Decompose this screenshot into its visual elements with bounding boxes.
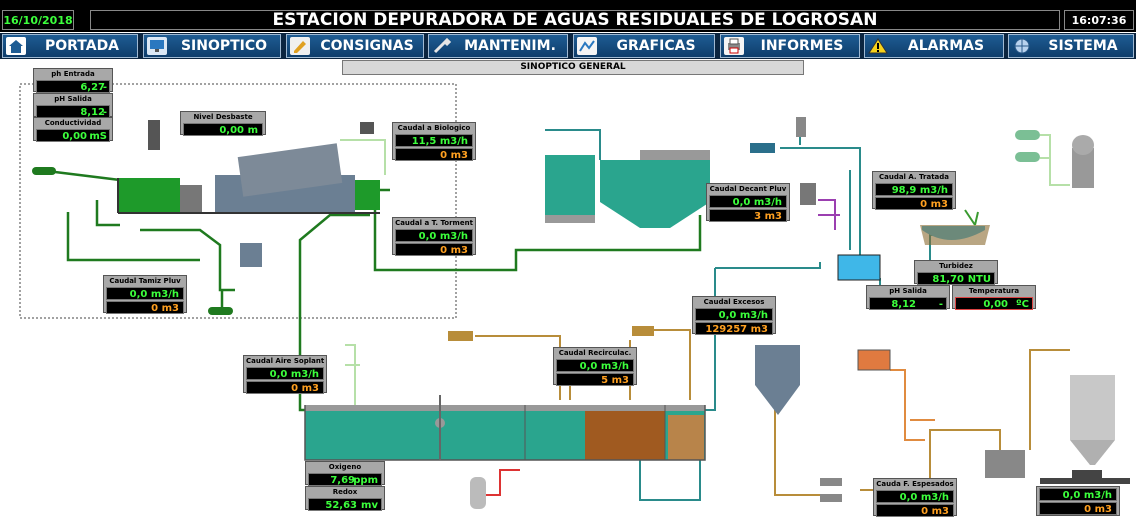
caudal-decant-label: Caudal Decant Pluv [709,185,787,193]
caudal-final-total: 0 m3 [1039,502,1117,515]
redox-label: Redox [332,488,358,496]
conductividad-value: 0,00 [62,131,87,142]
nivel-desbaste-label: Nivel Desbaste [193,113,253,121]
temperatura-unit: ºC [1016,299,1029,310]
redox-unit: mv [361,500,378,511]
caudal-tamiz-value: 0,0 m3/h [106,287,184,300]
turbidez-value-box: 81,70 NTU [917,272,995,285]
nivel-desbaste-unit: m [247,125,258,136]
caudal-final-value: 0,0 m3/h [1039,488,1117,501]
caudal-tratada-label: Caudal A. Tratada [878,173,950,181]
oxigeno-label: Oxigeno [328,463,362,471]
redox-value: 52,63 [325,500,357,511]
ph-salida-unit-2: - [938,299,943,310]
caudal-tratada-value: 98,9 m3/h [875,183,953,196]
caudal-excesos-total: 129257 m3 [695,322,773,335]
caudal-espesados-label: Cauda F. Espesados [876,480,954,488]
caudal-tormenta-value: 0,0 m3/h [395,229,473,242]
conductividad-panel: Conductividad 0,00 mS [33,117,113,142]
ph-salida-label-1: pH Salida [54,95,92,103]
nivel-desbaste-value-box: 0,00 m [183,123,263,136]
caudal-recirculacion-value: 0,0 m3/h [556,359,634,372]
temperatura-value-box: 0,00 ºC [955,297,1033,310]
caudal-decant-value: 0,0 m3/h [709,195,787,208]
caudal-biologico-total: 0 m3 [395,148,473,161]
conductividad-label: Conductividad [44,119,102,127]
caudal-tamiz-panel: Caudal Tamiz Pluv 0,0 m3/h 0 m3 [103,275,187,314]
temperatura-value: 0,00 [983,299,1008,310]
turbidez-value: 81,70 [932,274,964,285]
caudal-recirculacion-total: 5 m3 [556,373,634,386]
caudal-tormenta-label: Caudal a T. Torment [395,219,473,227]
conductividad-value-box: 0,00 mS [36,129,110,142]
caudal-excesos-panel: Caudal Excesos 0,0 m3/h 129257 m3 [692,296,776,335]
caudal-tamiz-label: Caudal Tamiz Pluv [109,277,181,285]
caudal-aire-value: 0,0 m3/h [246,367,324,380]
caudal-tratada-total: 0 m3 [875,197,953,210]
ph-salida-panel-2: pH Salida 8,12 - [866,285,950,310]
temperatura-label: Temperatura [968,287,1020,295]
oxigeno-value: 7,69 [330,475,355,486]
caudal-excesos-label: Caudal Excesos [703,298,765,306]
caudal-espesados-panel: Cauda F. Espesados 0,0 m3/h 0 m3 [873,478,957,517]
caudal-biologico-panel: Caudal a Biologico 11,5 m3/h 0 m3 [392,122,476,161]
caudal-tormenta-panel: Caudal a T. Torment 0,0 m3/h 0 m3 [392,217,476,256]
caudal-tamiz-total: 0 m3 [106,301,184,314]
caudal-aire-panel: Caudal Aire Soplant 0,0 m3/h 0 m3 [243,355,327,394]
caudal-espesados-total: 0 m3 [876,504,954,517]
conductividad-unit: mS [89,131,107,142]
nivel-desbaste-value: 0,00 [219,125,244,136]
nivel-desbaste-panel: Nivel Desbaste 0,00 m [180,111,266,136]
oxigeno-panel: Oxigeno 7,69 ppm [305,461,385,486]
caudal-tormenta-total: 0 m3 [395,243,473,256]
caudal-tratada-panel: Caudal A. Tratada 98,9 m3/h 0 m3 [872,171,956,210]
ph-salida-value-2: 8,12 [891,299,916,310]
redox-panel: Redox 52,63 mv [305,486,385,511]
caudal-final-panel: 0,0 m3/h 0 m3 [1036,486,1120,516]
caudal-aire-total: 0 m3 [246,381,324,394]
caudal-aire-label: Caudal Aire Soplant [246,357,325,365]
ph-entrada-panel: ph Entrada 6,27 - [33,68,113,93]
caudal-decant-panel: Caudal Decant Pluv 0,0 m3/h 3 m3 [706,183,790,222]
caudal-decant-total: 3 m3 [709,209,787,222]
caudal-espesados-value: 0,0 m3/h [876,490,954,503]
ph-salida-panel-1: pH Salida 8,12 - [33,93,113,118]
ph-salida-value-box-2: 8,12 - [869,297,947,310]
redox-value-box: 52,63 mv [308,498,382,511]
ph-entrada-value-box: 6,27 - [36,80,110,93]
turbidez-panel: Turbidez 81,70 NTU [914,260,998,285]
caudal-recirculacion-label: Caudal Recirculac. [558,349,632,357]
caudal-recirculacion-panel: Caudal Recirculac. 0,0 m3/h 5 m3 [553,347,637,386]
caudal-biologico-label: Caudal a Biologico [397,124,471,132]
turbidez-label: Turbidez [939,262,973,270]
caudal-excesos-value: 0,0 m3/h [695,308,773,321]
temperatura-panel: Temperatura 0,00 ºC [952,285,1036,310]
process-diagram [19,83,1130,509]
oxigeno-value-box: 7,69 ppm [308,473,382,486]
ph-salida-label-2: pH Salida [889,287,927,295]
ph-entrada-value: 6,27 [80,82,105,93]
caudal-biologico-value: 11,5 m3/h [395,134,473,147]
ph-entrada-label: ph Entrada [51,70,95,78]
